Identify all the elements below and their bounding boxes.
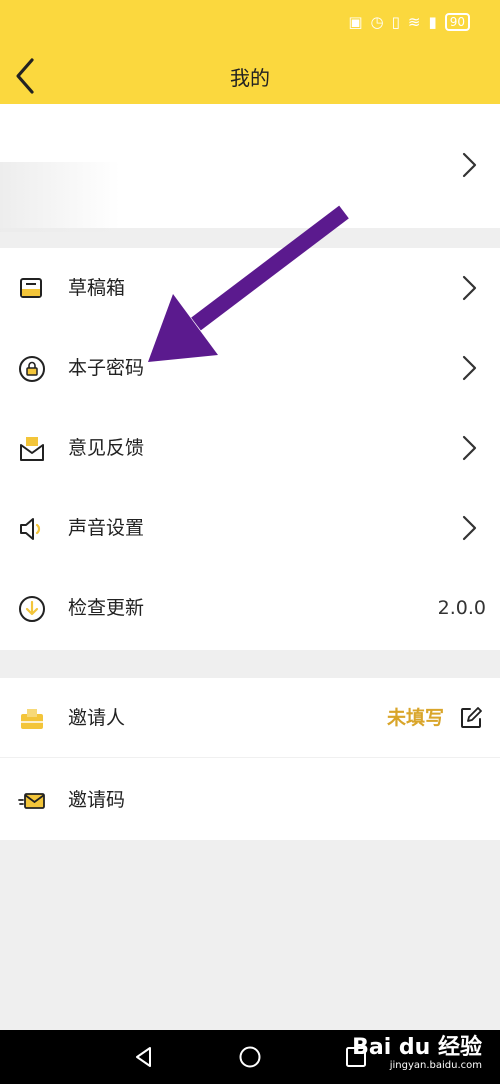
page-title: 我的 — [230, 66, 270, 90]
version-value: 2.0.0 — [437, 597, 486, 619]
watermark-url: jingyan.baidu.com — [389, 1060, 482, 1071]
menu-label: 声音设置 — [68, 517, 145, 539]
status-icons: ▣ ◷ ▯ ≋ ▮ 90 — [348, 13, 470, 31]
nav-home-button[interactable] — [238, 1045, 262, 1069]
watermark-logo: Bai du 经验 — [352, 1035, 482, 1060]
menu-label: 草稿箱 — [68, 277, 126, 299]
settings-menu: 草稿箱 本子密码 意见反馈 声音设置 检查更新 2.0.0 — [0, 248, 500, 650]
app-header: 我的 — [0, 46, 500, 104]
profile-card[interactable] — [0, 104, 500, 232]
feedback-envelope-icon — [20, 437, 44, 461]
menu-item-drafts[interactable]: 草稿箱 — [0, 248, 500, 328]
download-circle-icon — [19, 596, 45, 622]
alarm-icon: ◷ — [370, 13, 384, 31]
menu-item-check-update[interactable]: 检查更新 2.0.0 — [0, 568, 500, 648]
row-divider — [0, 757, 500, 758]
vibrate-icon: ▯ — [391, 13, 400, 31]
status-bar: ▣ ◷ ▯ ≋ ▮ 90 — [0, 0, 500, 46]
menu-label: 本子密码 — [68, 357, 145, 379]
nav-back-button[interactable] — [132, 1045, 156, 1069]
inviter-value: 未填写 — [386, 707, 444, 729]
lock-icon — [19, 356, 45, 382]
invite-code-envelope-icon — [18, 793, 45, 809]
menu-label: 邀请人 — [68, 707, 126, 729]
nfc-icon: ▣ — [348, 13, 363, 31]
menu-item-sound-settings[interactable]: 声音设置 — [0, 488, 500, 568]
menu-label: 检查更新 — [68, 597, 145, 619]
menu-item-invite-code[interactable]: 邀请码 — [0, 760, 500, 840]
menu-item-feedback[interactable]: 意见反馈 — [0, 408, 500, 488]
invite-menu: 邀请人 未填写 邀请码 — [0, 678, 500, 840]
profile-placeholder — [0, 162, 120, 232]
chevron-right-icon — [462, 435, 477, 461]
battery-icon: 90 — [444, 13, 470, 31]
drafts-tray-icon — [20, 278, 42, 298]
menu-label: 意见反馈 — [68, 437, 145, 459]
menu-item-inviter[interactable]: 邀请人 未填写 — [0, 678, 500, 758]
wifi-icon: ≋ — [407, 13, 421, 31]
chevron-right-icon — [462, 275, 477, 301]
chevron-right-icon — [462, 355, 477, 381]
baidu-watermark: Bai du 经验 jingyan.baidu.com — [352, 1036, 482, 1072]
signal-icon: ▮ — [428, 13, 437, 31]
chevron-right-icon — [462, 152, 477, 178]
menu-item-notebook-password[interactable]: 本子密码 — [0, 328, 500, 408]
edit-icon[interactable] — [460, 707, 482, 729]
speaker-icon — [20, 518, 41, 540]
menu-label: 邀请码 — [68, 789, 126, 811]
chevron-right-icon — [462, 515, 477, 541]
inviter-box-icon — [21, 709, 43, 729]
